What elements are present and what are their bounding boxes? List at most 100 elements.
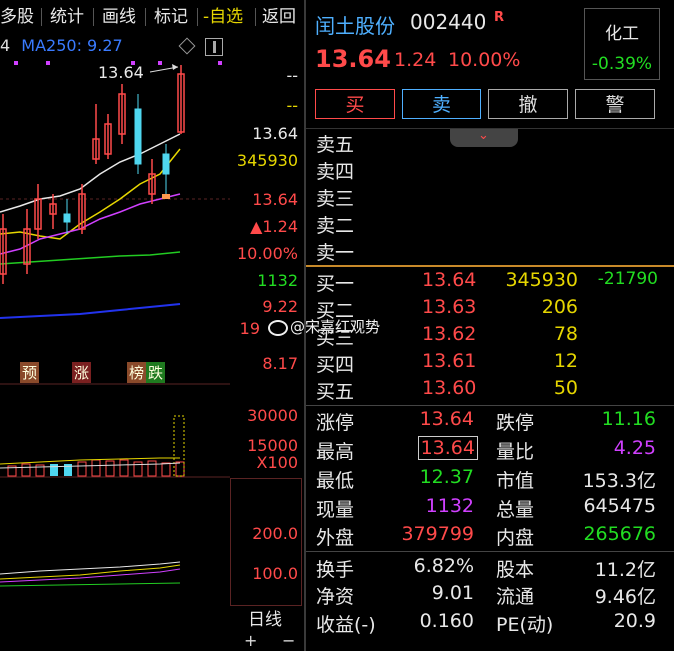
bid-volume: 50: [553, 377, 578, 399]
bid-row-2[interactable]: 买二 13.63 206: [306, 296, 674, 323]
bid-row-4[interactable]: 买四 13.61 12: [306, 350, 674, 377]
axis-vol-30000: 30000: [247, 406, 298, 425]
bid-row-3[interactable]: 买三 13.62 78: [306, 323, 674, 350]
bid-change: -21790: [597, 269, 658, 289]
bid-price: 13.63: [422, 296, 477, 318]
axis-current-volume: 1132: [257, 271, 298, 290]
zoom-in-button[interactable]: +: [244, 631, 257, 650]
limit-up-label: 涨停: [316, 412, 355, 434]
alert-button[interactable]: 警: [575, 89, 655, 119]
ask-label: 卖四: [316, 161, 355, 183]
limit-up-value: 13.64: [419, 408, 474, 430]
float-label: 流通: [496, 586, 535, 608]
toolbar-statistics[interactable]: 统计: [50, 4, 84, 30]
stock-name[interactable]: 闰土股份: [315, 10, 395, 39]
eps-label: 收益(-): [316, 614, 376, 636]
ask-row-4[interactable]: 卖四: [306, 157, 674, 184]
axis-p922: 9.22: [262, 297, 298, 316]
zoom-out-button[interactable]: −: [282, 631, 295, 650]
weibo-icon: [268, 319, 288, 336]
peak-price-label: 13.64: [98, 63, 144, 82]
axis-ind-200: 200.0: [252, 524, 298, 543]
sector-box[interactable]: 化工 -0.39%: [584, 8, 660, 80]
marker-rank[interactable]: 榜: [127, 362, 147, 383]
axis-percent: 10.00%: [236, 244, 298, 263]
axis-p817: 8.17: [262, 354, 298, 373]
axis-p19: 19: [239, 319, 260, 338]
stock-code: 002440: [410, 10, 487, 34]
bid-row-1[interactable]: 买一 13.64 345930 -21790: [306, 269, 674, 296]
axis-volume: 345930: [236, 151, 298, 170]
marker-limit-up[interactable]: 涨: [72, 362, 92, 383]
pe-value: 20.9: [613, 610, 656, 632]
toolbar-draw-line[interactable]: 画线: [102, 4, 136, 30]
high-label: 最高: [316, 441, 355, 463]
total-volume-value: 645475: [583, 495, 656, 517]
toolbar-separator: [145, 8, 146, 26]
axis-price-2: 13.64: [252, 190, 298, 209]
bid-price: 13.62: [422, 323, 477, 345]
net-assets-value: 9.01: [431, 582, 474, 604]
axis-price: 13.64: [252, 124, 298, 143]
current-volume-value: 1132: [425, 495, 474, 517]
bid-label: 买二: [316, 300, 355, 322]
low-value: 12.37: [419, 466, 474, 488]
marker-pre[interactable]: 预: [20, 362, 40, 383]
bid-label: 买五: [316, 381, 355, 403]
divider: [306, 128, 674, 129]
bid-volume: 206: [541, 296, 578, 318]
market-cap-value: 153.3亿: [582, 470, 656, 492]
bid-row-5[interactable]: 买五 13.60 50: [306, 377, 674, 404]
limit-down-label: 跌停: [496, 412, 535, 434]
toolbar-separator: [41, 8, 42, 26]
outer-volume-value: 379799: [401, 523, 474, 545]
low-label: 最低: [316, 470, 355, 492]
price-change: 1.24: [394, 49, 437, 71]
current-volume-label: 现量: [316, 499, 355, 521]
market-cap-label: 市值: [496, 470, 535, 492]
share-capital-label: 股本: [496, 559, 535, 581]
net-assets-label: 净资: [316, 586, 355, 608]
axis-change: ▲1.24: [250, 217, 298, 236]
volume-ratio-value: 4.25: [613, 437, 656, 459]
price-percent: 10.00%: [448, 49, 521, 71]
ask-label: 卖一: [316, 242, 355, 264]
ask-label: 卖五: [316, 134, 355, 156]
toolbar-mark[interactable]: 标记: [154, 4, 188, 30]
bid-label: 买四: [316, 354, 355, 376]
inner-volume-value: 265676: [583, 523, 656, 545]
axis-ind-100: 100.0: [252, 564, 298, 583]
limit-down-value: 11.16: [601, 408, 656, 430]
quote-panel: 闰土股份 002440 R 13.64 1.24 10.00% 化工 -0.39…: [306, 0, 674, 651]
ask-row-1[interactable]: 卖一: [306, 238, 674, 265]
sell-button[interactable]: 卖: [402, 89, 481, 119]
ask-row-2[interactable]: 卖二: [306, 211, 674, 238]
current-price: 13.64: [315, 45, 391, 73]
share-capital-value: 11.2亿: [594, 559, 656, 581]
marker-drop[interactable]: 跌: [146, 362, 166, 383]
eps-value: 0.160: [419, 610, 474, 632]
bid-price: 13.61: [422, 350, 477, 372]
kline-chart[interactable]: [0, 34, 230, 624]
sector-name: 化工: [605, 24, 639, 44]
ask-row-5[interactable]: 卖五: [306, 130, 674, 157]
cancel-order-button[interactable]: 撤: [488, 89, 568, 119]
bid-label: 买三: [316, 327, 355, 349]
ask-row-3[interactable]: 卖三: [306, 184, 674, 211]
divider: [306, 551, 674, 552]
bid-volume: 345930: [505, 269, 578, 291]
toolbar-separator: [197, 8, 198, 26]
total-volume-label: 总量: [496, 499, 535, 521]
period-daily[interactable]: 日线: [248, 605, 282, 630]
ask-label: 卖三: [316, 188, 355, 210]
buy-button[interactable]: 买: [315, 89, 395, 119]
bid-volume: 78: [553, 323, 578, 345]
bid-volume: 12: [553, 350, 578, 372]
bid-label: 买一: [316, 273, 355, 295]
pe-label: PE(动): [496, 614, 554, 636]
toolbar-multi-stock[interactable]: 多股: [0, 4, 34, 30]
outer-volume-label: 外盘: [316, 527, 355, 549]
axis-dash-2: --: [286, 96, 298, 115]
axis-dash-1: --: [286, 66, 298, 85]
toolbar-separator: [93, 8, 94, 26]
